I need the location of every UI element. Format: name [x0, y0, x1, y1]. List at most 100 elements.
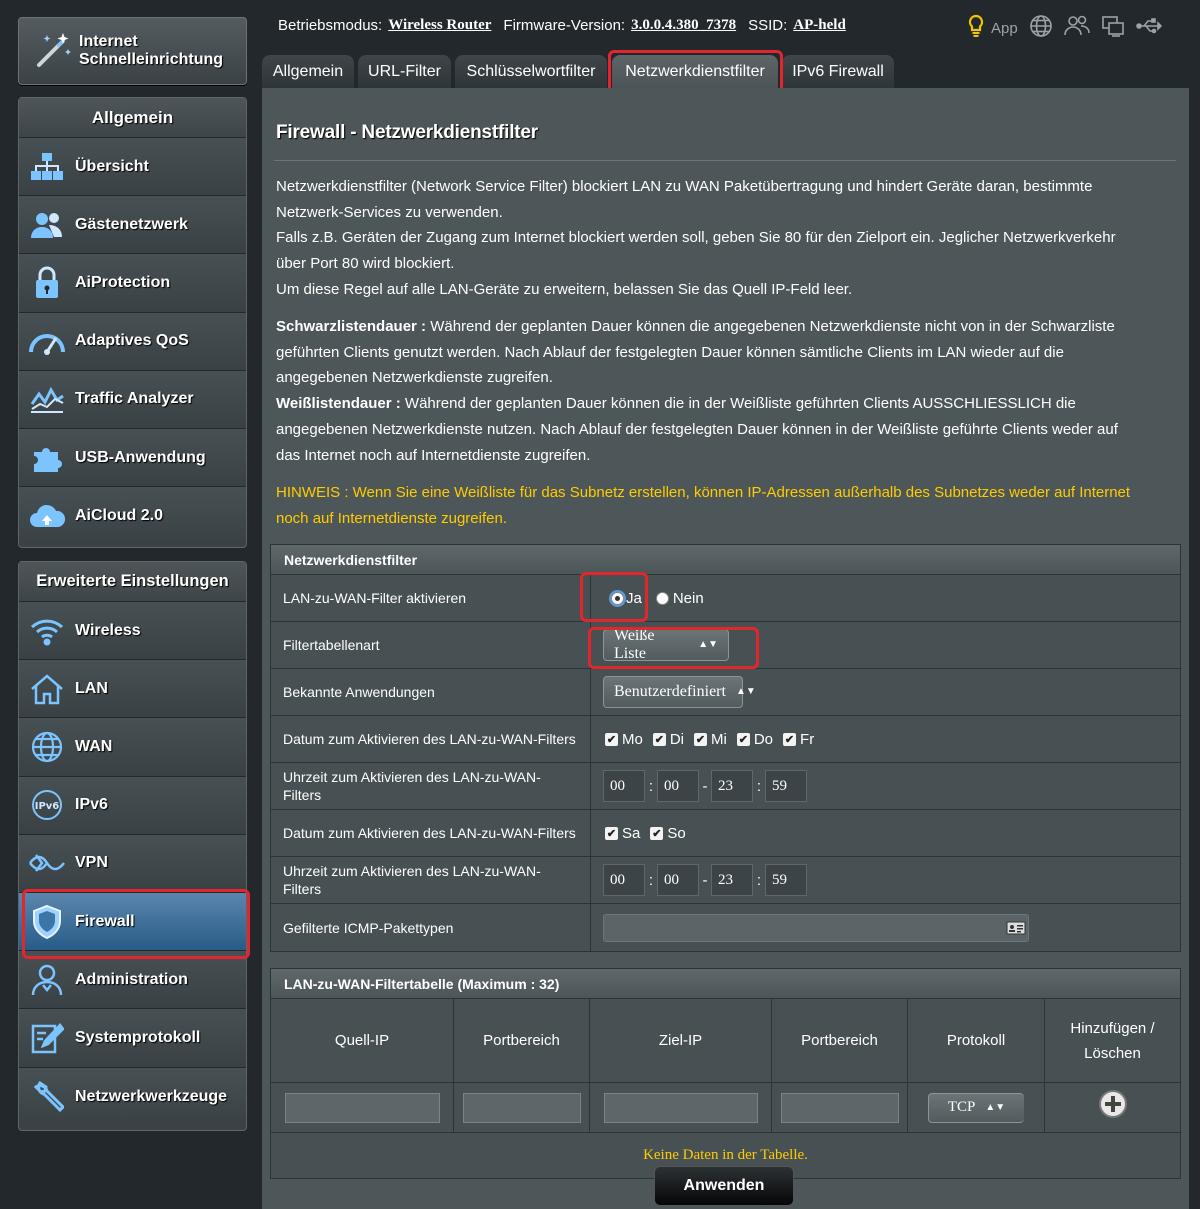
sidebar-item-administration[interactable]: Administration	[19, 951, 246, 1010]
sidebar-item-aiprotection[interactable]: AiProtection	[19, 254, 246, 313]
mode-link[interactable]: Wireless Router	[388, 17, 491, 34]
day-checkbox[interactable]: ✔	[694, 732, 708, 746]
devices-icon[interactable]	[1101, 15, 1125, 42]
day-checkbox-group: ✔ Di	[652, 731, 684, 748]
weekend-end-minute[interactable]: 59	[765, 864, 807, 896]
tools-icon	[19, 1080, 75, 1114]
enable-no-radio[interactable]	[655, 591, 669, 605]
weekday-start-minute[interactable]: 00	[657, 770, 699, 802]
quick-internet-setup-button[interactable]: Internet Schnelleinrichtung	[18, 17, 247, 85]
weekday-end-hour[interactable]: 23	[711, 770, 753, 802]
sidebar-item-traffic-analyzer[interactable]: Traffic Analyzer	[19, 370, 246, 429]
day-checkbox[interactable]: ✔	[736, 732, 750, 746]
clients-icon[interactable]	[1063, 15, 1090, 42]
dest-port-input[interactable]	[780, 1092, 899, 1123]
sidebar-item-systemprotokoll[interactable]: Systemprotokoll	[19, 1009, 246, 1068]
icmp-input[interactable]	[603, 913, 1029, 942]
weekday-date-label: Datum zum Aktivieren des LAN-zu-WAN-Filt…	[271, 716, 591, 762]
sidebar-item-ipv6[interactable]: IPv6 IPv6	[19, 776, 246, 835]
tab-url-filter[interactable]: URL-Filter	[358, 55, 451, 89]
filter-type-label: Filtertabellenart	[271, 622, 591, 668]
weekend-start-hour[interactable]: 00	[603, 864, 645, 896]
lightbulb-icon[interactable]	[968, 14, 984, 43]
sidebar-item-usb-anwendung[interactable]: USB-Anwendung	[19, 428, 246, 488]
sidebar-item-wireless[interactable]: Wireless	[19, 602, 246, 661]
filter-rules-columns: Quell-IP Portbereich Ziel-IP Portbereich…	[271, 999, 1180, 1083]
hint-line: HINWEIS : Wenn Sie eine Weißliste für da…	[276, 484, 1131, 501]
sidebar-item-wan[interactable]: WAN	[19, 718, 246, 777]
tab-network-service-filter[interactable]: Netzwerkdienstfilter	[612, 55, 778, 89]
enable-filter-label: LAN-zu-WAN-Filter aktivieren	[271, 575, 591, 621]
sidebar-item-label: AiCloud 2.0	[75, 507, 164, 525]
sidebar-item-vpn[interactable]: VPN	[19, 834, 246, 893]
sidebar-item-adaptives-qos[interactable]: Adaptives QoS	[19, 312, 246, 371]
day-checkbox[interactable]: ✔	[652, 732, 666, 746]
day-checkbox[interactable]: ✔	[650, 826, 664, 840]
protocol-select[interactable]: TCP ▲▼	[928, 1092, 1024, 1123]
puzzle-icon	[19, 442, 75, 474]
add-rule-icon[interactable]	[1098, 1089, 1128, 1127]
weekend-checkboxes: ✔ Sa ✔ So	[591, 810, 1180, 856]
time-separator: :	[756, 777, 762, 795]
speedometer-icon	[19, 326, 75, 356]
filter-settings-table: Netzwerkdienstfilter LAN-zu-WAN-Filter a…	[270, 544, 1181, 952]
sidebar-item-label: LAN	[75, 679, 108, 697]
enable-filter-options: Ja Nein	[591, 575, 1180, 621]
weekday-time-inputs: 00: 00- 23: 59	[591, 763, 1180, 809]
filter-type-select[interactable]: Weiße Liste ▲▼	[603, 627, 729, 662]
day-checkbox[interactable]: ✔	[605, 732, 618, 746]
filter-type-value: Weiße Liste	[614, 627, 655, 662]
general-menu-title: Allgemein	[19, 98, 246, 138]
advanced-menu-title: Erweiterte Einstellungen	[19, 562, 246, 602]
day-checkbox[interactable]: ✔	[605, 826, 618, 840]
sidebar-item-label: Traffic Analyzer	[75, 390, 194, 408]
weekend-end-hour[interactable]: 23	[711, 864, 753, 896]
known-apps-cell: Benutzerdefiniert ▲▼	[591, 669, 1180, 715]
globe-icon	[19, 730, 75, 764]
weekday-time-label: Uhrzeit zum Aktivieren des LAN-zu-WAN-Fi…	[271, 763, 591, 809]
enable-no-label: Nein	[672, 589, 704, 607]
whitelist-line: das Internet noch auf Internetdienste zu…	[276, 446, 591, 464]
sidebar-item-aicloud-2-0[interactable]: AiCloud 2.0	[19, 487, 246, 546]
col-destination-ip: Ziel-IP	[590, 999, 772, 1082]
weekday-end-minute[interactable]: 59	[765, 770, 807, 802]
source-port-input[interactable]	[462, 1092, 581, 1123]
usb-icon[interactable]	[1135, 17, 1162, 40]
globe-status-icon[interactable]	[1029, 14, 1053, 43]
sidebar-item-lan[interactable]: LAN	[19, 660, 246, 719]
sidebar-item-firewall[interactable]: Firewall	[19, 892, 246, 952]
day-label: Sa	[622, 824, 641, 842]
dest-port-cell	[772, 1083, 908, 1132]
sidebar-item-label: Systemprotokoll	[75, 1028, 201, 1046]
day-checkbox[interactable]: ✔	[783, 732, 797, 746]
sidebar-item-gästenetzwerk[interactable]: Gästenetzwerk	[19, 196, 246, 255]
weekend-start-minute[interactable]: 00	[657, 864, 699, 896]
id-card-icon[interactable]	[1006, 920, 1026, 940]
ssid-link[interactable]: AP-held	[793, 17, 846, 34]
tab-ipv6-firewall[interactable]: IPv6 Firewall	[782, 55, 894, 89]
icmp-cell	[591, 904, 1180, 951]
apply-button[interactable]: Anwenden	[654, 1166, 794, 1206]
tab-keyword-filter[interactable]: Schlüsselwortfilter	[455, 55, 607, 89]
app-link[interactable]: App	[991, 20, 1018, 37]
weekday-start-hour[interactable]: 00	[603, 770, 645, 802]
sidebar-item-label: Gästenetzwerk	[75, 215, 188, 233]
sidebar-item-netzwerkwerkzeuge[interactable]: Netzwerkwerkzeuge	[19, 1067, 246, 1126]
known-apps-select[interactable]: Benutzerdefiniert ▲▼	[603, 676, 756, 708]
col-port-range: Portbereich	[454, 999, 590, 1082]
enable-yes-radio[interactable]	[611, 591, 624, 605]
sidebar-item-label: Übersicht	[75, 157, 149, 175]
firmware-link[interactable]: 3.0.0.4.380_7378	[631, 17, 736, 34]
filter-settings-header: Netzwerkdienstfilter	[271, 545, 1180, 575]
network-map-icon	[19, 151, 75, 183]
col-source-ip: Quell-IP	[271, 999, 454, 1082]
dest-ip-input[interactable]	[603, 1092, 758, 1123]
sidebar-item-übersicht[interactable]: Übersicht	[19, 138, 246, 197]
tab-general[interactable]: Allgemein	[262, 55, 354, 89]
wifi-icon	[19, 616, 75, 646]
source-ip-input[interactable]	[284, 1092, 440, 1123]
icmp-label: Gefilterte ICMP-Pakettypen	[271, 904, 591, 951]
known-apps-label: Bekannte Anwendungen	[271, 669, 591, 715]
weekend-time-inputs: 00: 00- 23: 59	[591, 857, 1180, 903]
ssid-label: SSID:	[748, 17, 788, 34]
